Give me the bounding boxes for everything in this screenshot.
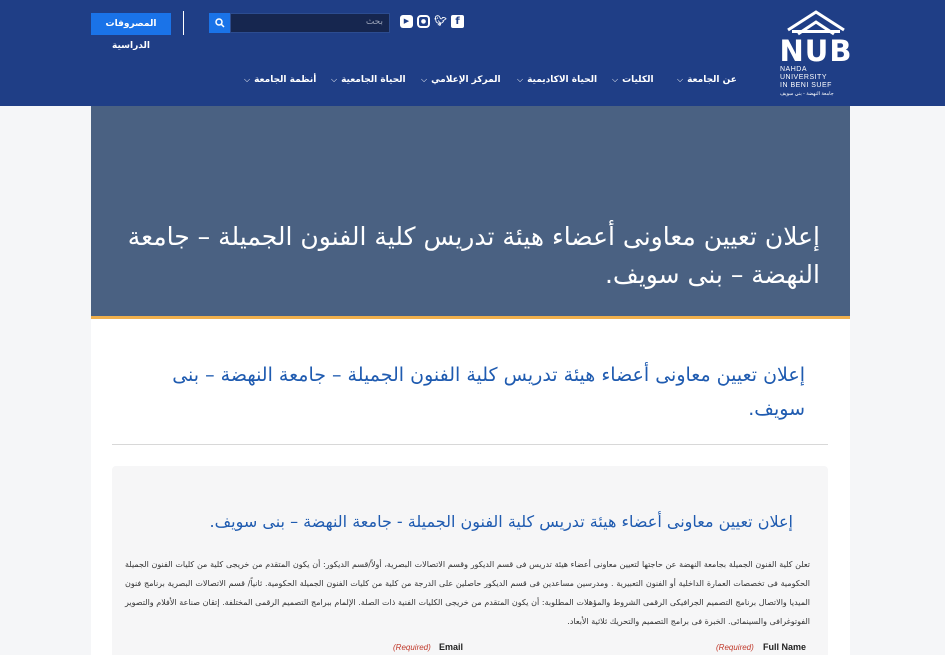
email-label: Email (439, 642, 464, 652)
card-divider (112, 444, 828, 445)
logo-subtitle-line1: NAHDA UNIVERSITY (780, 66, 828, 81)
social-links: ▶ ● 🐦︎ f (400, 15, 464, 28)
nav-item-academic-life[interactable]: الحياة الاكاديمية⌵ (517, 72, 597, 88)
card-title: إعلان تعيين معاونى أعضاء هيئة تدريس كلية… (172, 364, 805, 420)
search-input[interactable]: بحث (230, 13, 390, 33)
chevron-down-icon: ⌵ (517, 75, 524, 84)
logo-subtitle-line2: IN BENI SUEF (780, 82, 832, 89)
nav-item-media-center[interactable]: المركز الإعلامي⌵ (421, 72, 501, 88)
search-icon (214, 18, 225, 28)
nav-label: الحياة الجامعية (341, 75, 406, 85)
instagram-icon[interactable]: ● (417, 15, 430, 28)
logo-text: NUB (779, 34, 853, 68)
chevron-down-icon: ⌵ (244, 75, 251, 84)
twitter-icon[interactable]: 🐦︎ (434, 15, 447, 28)
chevron-down-icon: ⌵ (677, 75, 684, 84)
full-name-required: (Required) (716, 643, 754, 652)
nav-item-faculties[interactable]: الكليات⌵ (612, 72, 654, 88)
page-title: إعلان تعيين معاونى أعضاء هيئة تدريس كلية… (127, 222, 820, 289)
tuition-fees-button[interactable]: المصروفات الدراسية (91, 13, 171, 51)
nav-label: عن الجامعة (687, 75, 737, 85)
header-divider (183, 11, 184, 35)
facebook-icon[interactable]: f (451, 15, 464, 28)
chevron-down-icon: ⌵ (612, 75, 619, 84)
chevron-down-icon: ⌵ (421, 75, 428, 84)
nav-label: المركز الإعلامي (431, 75, 501, 85)
nav-item-university-regulations[interactable]: أنظمة الجامعة⌵ (244, 72, 316, 88)
posting-title: إعلان تعيين معاونى أعضاء هيئة تدريس كلية… (209, 512, 794, 531)
university-logo[interactable]: NUB NAHDA UNIVERSITY IN BENI SUEF جامعة … (778, 8, 854, 98)
posting-body: تعلن كلية الفنون الجميلة بجامعة النهضة ع… (125, 560, 810, 626)
nav-label: أنظمة الجامعة (254, 75, 317, 85)
nav-item-university-life[interactable]: الحياة الجامعية⌵ (331, 72, 406, 88)
search-button[interactable] (209, 13, 230, 33)
nav-item-about[interactable]: عن الجامعة⌵ (677, 72, 737, 88)
logo-subtitle-line3: جامعة النهضة - بني سويف (780, 91, 834, 97)
youtube-icon[interactable]: ▶ (400, 15, 413, 28)
nav-label: الكليات (622, 75, 654, 85)
nav-label: الحياة الاكاديمية (527, 75, 598, 85)
full-name-label: Full Name (763, 642, 807, 652)
chevron-down-icon: ⌵ (331, 75, 338, 84)
email-required: (Required) (393, 643, 431, 652)
